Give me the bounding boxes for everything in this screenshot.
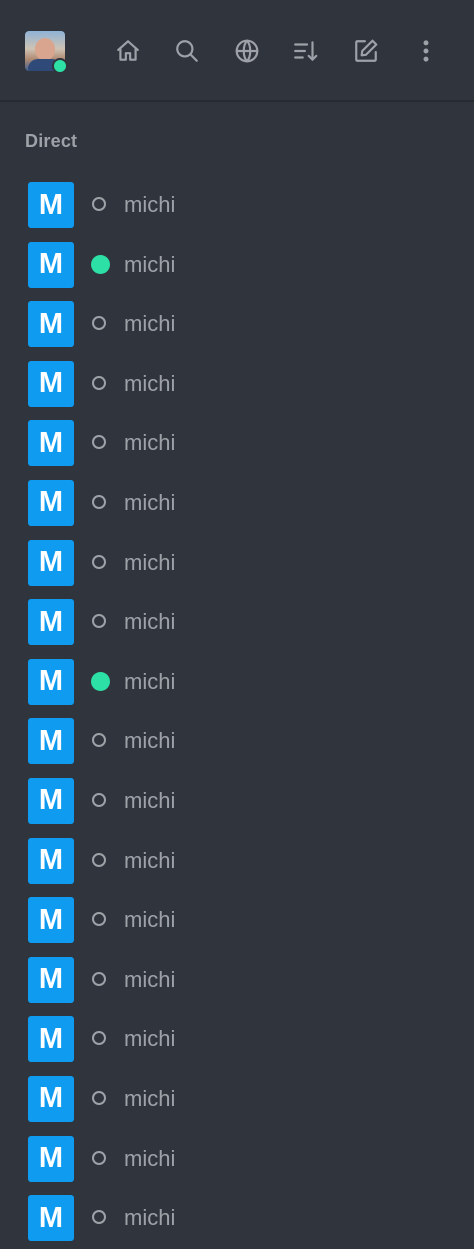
contact-avatar: M <box>28 1195 74 1242</box>
presence-offline-icon <box>92 1150 106 1165</box>
list-item[interactable]: Mmichi <box>0 712 474 772</box>
presence-offline-icon <box>92 494 106 509</box>
contact-avatar: M <box>28 897 74 944</box>
list-item[interactable]: Mmichi <box>0 355 474 415</box>
home-icon[interactable] <box>113 36 143 66</box>
contact-name: michi <box>124 1026 176 1052</box>
presence-offline-icon <box>92 733 106 748</box>
contact-name: michi <box>124 1085 176 1111</box>
presence-offline-icon <box>92 852 106 867</box>
list-item[interactable]: Mmichi <box>0 414 474 474</box>
list-item[interactable]: Mmichi <box>0 772 474 832</box>
contact-avatar: M <box>28 420 74 467</box>
list-item[interactable]: Mmichi <box>0 653 474 713</box>
user-avatar[interactable] <box>25 31 68 74</box>
contact-avatar: M <box>28 837 74 884</box>
presence-online-icon <box>91 671 110 691</box>
contact-name: michi <box>124 251 176 277</box>
contact-avatar: M <box>28 718 74 765</box>
contact-name: michi <box>124 430 176 456</box>
contact-name: michi <box>124 609 176 635</box>
contact-name: michi <box>124 966 176 992</box>
avatar-face <box>35 38 55 60</box>
presence-offline-icon <box>92 971 106 986</box>
contact-avatar: M <box>28 241 74 288</box>
contact-avatar: M <box>28 479 74 526</box>
presence-offline-icon <box>92 554 106 569</box>
contact-name: michi <box>124 847 176 873</box>
contact-name: michi <box>124 311 176 337</box>
presence-offline-icon <box>92 1210 106 1225</box>
contact-avatar: M <box>28 182 74 228</box>
contact-avatar: M <box>28 301 74 348</box>
presence-online-icon <box>91 254 110 274</box>
list-item[interactable]: Mmichi <box>0 951 474 1011</box>
sort-icon[interactable] <box>291 36 321 66</box>
contact-name: michi <box>124 1205 176 1231</box>
search-icon[interactable] <box>172 36 202 66</box>
contact-avatar: M <box>28 1135 74 1182</box>
direct-messages-list: Mmichi Mmichi Mmichi Mmichi Mmichi Mmichi Mmic… <box>0 176 474 1249</box>
presence-offline-icon <box>92 1031 106 1046</box>
contact-avatar: M <box>28 658 74 705</box>
contact-avatar: M <box>28 956 74 1003</box>
presence-offline-icon <box>92 792 106 807</box>
list-item[interactable]: Mmichi <box>0 593 474 653</box>
contact-avatar: M <box>28 1016 74 1063</box>
edit-icon[interactable] <box>351 36 381 66</box>
contact-name: michi <box>124 907 176 933</box>
list-item[interactable]: Mmichi <box>0 1130 474 1190</box>
presence-offline-icon <box>92 316 106 331</box>
presence-offline-icon <box>92 912 106 927</box>
list-item[interactable]: Mmichi <box>0 534 474 594</box>
contact-avatar: M <box>28 599 74 646</box>
kebab-menu-icon[interactable] <box>411 36 441 66</box>
contact-avatar: M <box>28 777 74 824</box>
list-item[interactable]: Mmichi <box>0 1010 474 1070</box>
list-item[interactable]: Mmichi <box>0 474 474 534</box>
contact-name: michi <box>124 192 176 217</box>
presence-offline-icon <box>92 614 106 629</box>
section-title-direct: Direct <box>25 131 78 151</box>
list-item[interactable]: Mmichi <box>0 236 474 296</box>
list-item[interactable]: Mmichi <box>0 1070 474 1130</box>
contact-name: michi <box>124 728 176 754</box>
list-item[interactable]: Mmichi <box>0 1189 474 1249</box>
presence-offline-icon <box>92 435 106 450</box>
globe-icon[interactable] <box>232 36 262 66</box>
presence-offline-icon <box>92 197 106 211</box>
presence-offline-icon <box>92 375 106 390</box>
contact-name: michi <box>124 549 176 575</box>
contact-name: michi <box>124 787 176 813</box>
contact-avatar: M <box>28 539 74 586</box>
contact-avatar: M <box>28 360 74 407</box>
list-item[interactable]: Mmichi <box>0 891 474 951</box>
sidebar-header <box>0 0 474 102</box>
user-status-online-indicator <box>52 58 68 74</box>
contact-name: michi <box>124 489 176 515</box>
list-item[interactable]: Mmichi <box>0 295 474 355</box>
contact-name: michi <box>124 1145 176 1171</box>
contact-name: michi <box>124 668 176 694</box>
contact-avatar: M <box>28 1075 74 1122</box>
contact-name: michi <box>124 370 176 396</box>
list-item[interactable]: Mmichi <box>0 832 474 892</box>
list-item[interactable]: Mmichi <box>0 176 474 236</box>
presence-offline-icon <box>92 1090 106 1105</box>
